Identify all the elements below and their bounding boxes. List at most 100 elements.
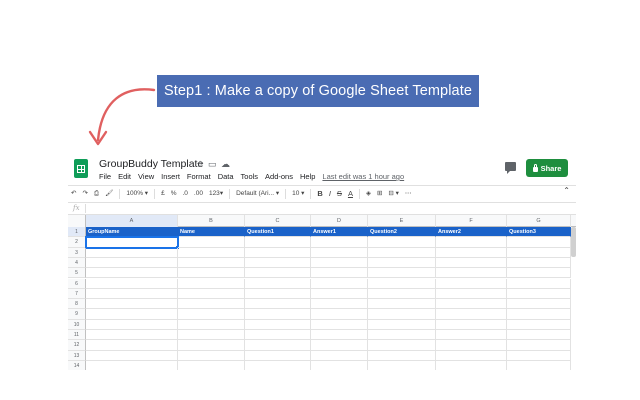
grid-cell[interactable] (368, 330, 436, 341)
share-button[interactable]: Share (526, 159, 568, 177)
comment-icon[interactable] (505, 162, 516, 174)
grid-cell[interactable] (368, 360, 436, 370)
grid-cell[interactable] (245, 268, 311, 279)
paint-format-icon[interactable]: 🖌 (102, 188, 116, 200)
grid-cell[interactable] (507, 299, 571, 310)
header-cell[interactable]: Question1 (245, 227, 311, 238)
column-header-f[interactable]: F (436, 215, 507, 227)
grid-cell[interactable] (436, 257, 507, 269)
grid-cell[interactable] (507, 247, 571, 258)
zoom-select[interactable]: 100% ▾ (123, 188, 151, 200)
menu-edit[interactable]: Edit (118, 172, 131, 182)
header-cell[interactable]: Answer2 (436, 227, 507, 238)
grid-cell[interactable] (86, 330, 178, 341)
grid-cell[interactable] (178, 360, 245, 370)
more-formats-button[interactable]: 123▾ (206, 188, 226, 200)
decrease-decimal-button[interactable]: .0 (179, 188, 190, 200)
grid-cell[interactable] (245, 299, 311, 310)
folder-icon[interactable]: ▭ (208, 158, 217, 170)
grid-cell[interactable] (178, 299, 245, 310)
column-header-b[interactable]: B (178, 215, 245, 227)
redo-icon[interactable]: ↷ (79, 188, 90, 200)
grid-cell[interactable] (311, 350, 368, 361)
grid-cell[interactable] (507, 288, 571, 300)
grid-cell[interactable] (311, 247, 368, 258)
menu-data[interactable]: Data (218, 172, 234, 182)
grid-cell[interactable] (178, 350, 245, 361)
row-number[interactable]: 7 (68, 288, 86, 300)
grid-cell[interactable] (311, 340, 368, 351)
italic-button[interactable]: I (326, 188, 334, 200)
row-number[interactable]: 10 (68, 319, 86, 330)
select-all-corner[interactable] (68, 215, 86, 227)
grid-cell[interactable] (507, 257, 571, 269)
grid-cell[interactable] (507, 350, 571, 361)
increase-decimal-button[interactable]: .00 (191, 188, 206, 200)
grid-cell[interactable] (86, 257, 178, 269)
row-number[interactable]: 1 (68, 227, 86, 238)
last-edit-link[interactable]: Last edit was 1 hour ago (322, 172, 404, 182)
header-cell[interactable]: Answer1 (311, 227, 368, 238)
grid-cell[interactable] (368, 319, 436, 330)
grid-cell[interactable] (368, 299, 436, 310)
menu-format[interactable]: Format (187, 172, 211, 182)
grid-cell[interactable] (507, 340, 571, 351)
grid-cell[interactable] (436, 330, 507, 341)
row-number[interactable]: 2 (68, 237, 86, 248)
grid-cell[interactable] (178, 340, 245, 351)
row-number[interactable]: 4 (68, 257, 86, 269)
grid-cell[interactable] (245, 319, 311, 330)
grid-cell[interactable] (368, 257, 436, 269)
column-header-a[interactable]: A (86, 215, 178, 227)
bold-button[interactable]: B (314, 188, 325, 200)
grid-cell[interactable] (436, 360, 507, 370)
grid-cell[interactable] (86, 319, 178, 330)
row-number[interactable]: 14 (68, 360, 86, 370)
grid-cell[interactable] (245, 237, 311, 248)
row-number[interactable]: 12 (68, 340, 86, 351)
header-cell[interactable]: Question3 (507, 227, 571, 238)
more-options-button[interactable]: ⋯ (402, 188, 415, 200)
grid-cell[interactable] (178, 288, 245, 300)
grid-cell[interactable] (311, 257, 368, 269)
grid-cell[interactable] (368, 350, 436, 361)
row-number[interactable]: 3 (68, 247, 86, 258)
grid-cell[interactable] (311, 299, 368, 310)
chevron-up-icon[interactable]: ⌃ (563, 186, 570, 195)
grid-cell[interactable] (86, 288, 178, 300)
grid-cell[interactable] (436, 299, 507, 310)
grid-cell[interactable] (311, 319, 368, 330)
grid-cell[interactable] (86, 350, 178, 361)
fill-color-icon[interactable]: ◈ (363, 188, 374, 200)
star-icon[interactable]: ☆ (196, 158, 204, 170)
text-color-button[interactable]: A (345, 188, 356, 200)
header-cell[interactable]: Question2 (368, 227, 436, 238)
percent-format-button[interactable]: % (168, 188, 180, 200)
grid-cell[interactable] (436, 309, 507, 320)
row-number[interactable]: 8 (68, 299, 86, 310)
grid-cell[interactable] (368, 288, 436, 300)
grid-cell[interactable] (245, 247, 311, 258)
menu-help[interactable]: Help (300, 172, 315, 182)
column-header-d[interactable]: D (311, 215, 368, 227)
grid-cell[interactable] (245, 350, 311, 361)
grid-cell[interactable] (86, 340, 178, 351)
grid-cell[interactable] (436, 288, 507, 300)
grid-cell[interactable] (86, 309, 178, 320)
grid-cell[interactable] (178, 278, 245, 289)
grid-cell[interactable] (368, 278, 436, 289)
cloud-icon[interactable]: ☁ (221, 158, 230, 170)
grid-cell[interactable] (507, 360, 571, 370)
grid-cell[interactable] (311, 288, 368, 300)
header-cell[interactable]: Name (178, 227, 245, 238)
menu-view[interactable]: View (138, 172, 154, 182)
sheets-logo-icon[interactable] (74, 159, 88, 178)
grid-cell[interactable] (245, 340, 311, 351)
grid-cell[interactable] (245, 309, 311, 320)
grid-cell[interactable] (368, 237, 436, 248)
print-icon[interactable]: ⎙ (91, 188, 102, 200)
strikethrough-button[interactable]: S (334, 188, 345, 200)
grid-cell[interactable] (311, 237, 368, 248)
grid-cell[interactable] (436, 319, 507, 330)
grid-cell[interactable] (507, 237, 571, 248)
